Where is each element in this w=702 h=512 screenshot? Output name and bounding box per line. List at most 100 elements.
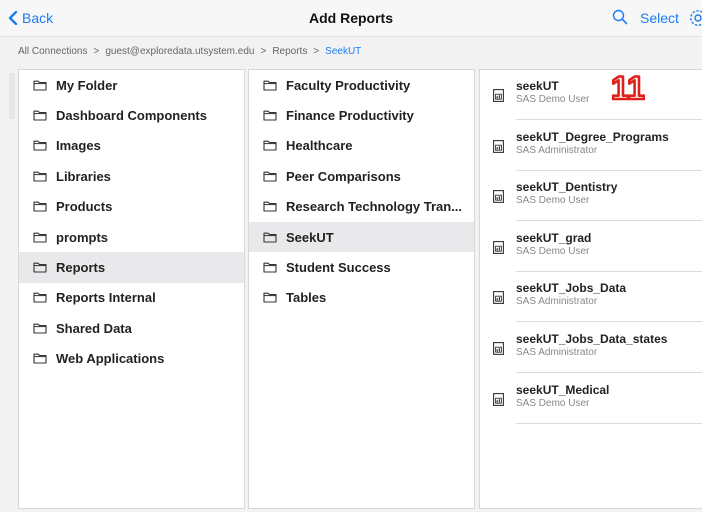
report-text: seekUT_Degree_Programs SAS Administrator: [516, 130, 702, 171]
folder-item[interactable]: Reports: [19, 252, 244, 283]
report-owner: SAS Demo User: [516, 397, 590, 409]
folder-icon: [263, 201, 277, 212]
report-icon: [493, 139, 504, 153]
report-name: seekUT: [516, 79, 559, 93]
folder-label: Reports Internal: [56, 290, 156, 306]
report-name: seekUT_Jobs_Data_states: [516, 331, 668, 346]
report-icon: [493, 240, 504, 254]
folder-column-root: My Folder Dashboard Components Images Libra…: [18, 69, 245, 509]
folder-icon: [33, 201, 47, 212]
folder-label: Reports: [56, 260, 106, 276]
report-owner: SAS Administrator: [516, 346, 598, 358]
report-item[interactable]: seekUT_Degree_Programs SAS Administrator: [480, 121, 702, 172]
folder-item[interactable]: Peer Comparisons: [249, 161, 474, 191]
folder-item[interactable]: Shared Data: [19, 313, 244, 343]
folder-label: Web Applications: [56, 351, 165, 367]
folder-label: Research Technology Tran...: [286, 199, 463, 215]
folder-icon: [263, 141, 277, 152]
folder-icon: [33, 141, 47, 152]
breadcrumb-current: SeekUT: [325, 45, 362, 57]
breadcrumb-reports[interactable]: Reports: [272, 46, 307, 57]
report-item[interactable]: seekUT_grad SAS Demo User: [480, 222, 702, 273]
breadcrumb-separator-icon: >: [93, 45, 100, 57]
report-item[interactable]: seekUT SAS Demo User: [480, 70, 702, 121]
folder-icon: [33, 353, 47, 364]
report-icon: [493, 89, 504, 102]
report-name: seekUT_Degree_Programs: [516, 129, 669, 144]
report-owner: SAS Demo User: [516, 195, 590, 207]
report-text: seekUT_Medical SAS Demo User: [516, 383, 702, 424]
folder-icon: [33, 171, 47, 182]
folder-icon: [33, 232, 47, 243]
scroll-handle[interactable]: [9, 73, 15, 119]
folder-item[interactable]: Healthcare: [249, 131, 474, 161]
folder-icon: [263, 110, 277, 121]
folder-icon: [33, 293, 47, 303]
report-name: seekUT_grad: [516, 230, 592, 245]
report-text: seekUT_Jobs_Data_states SAS Administrator: [516, 332, 702, 373]
report-item[interactable]: seekUT_Dentistry SAS Demo User: [480, 171, 702, 222]
folder-label: Peer Comparisons: [286, 168, 401, 184]
report-icon: [493, 190, 504, 204]
folder-item[interactable]: Finance Productivity: [249, 100, 474, 130]
report-item[interactable]: seekUT_Jobs_Data_states SAS Administrator: [480, 323, 702, 374]
folder-item[interactable]: Web Applications: [19, 344, 244, 374]
report-icon: [493, 342, 504, 355]
folder-icon: [33, 80, 47, 91]
breadcrumb-connection[interactable]: guest@exploredata.utsystem.edu: [105, 46, 254, 57]
report-item[interactable]: seekUT_Jobs_Data SAS Administrator: [480, 272, 702, 323]
report-name: seekUT_Jobs_Data: [516, 281, 627, 296]
folder-icon: [263, 262, 277, 273]
folder-label: My Folder: [56, 77, 118, 93]
step-number: 11: [611, 70, 645, 104]
report-text: seekUT_Jobs_Data SAS Administrator: [516, 281, 702, 323]
folder-icon: [33, 262, 47, 273]
report-owner: SAS Administrator: [516, 144, 598, 156]
folder-item[interactable]: Products: [19, 192, 244, 222]
folder-label: Faculty Productivity: [286, 77, 411, 93]
folder-item[interactable]: Libraries: [19, 161, 244, 191]
report-item[interactable]: seekUT_Medical SAS Demo User: [480, 374, 702, 425]
folder-item[interactable]: Research Technology Tran...: [249, 192, 474, 222]
report-icon: [493, 392, 504, 406]
folder-icon: [263, 293, 277, 303]
search-icon[interactable]: [612, 9, 628, 25]
select-button[interactable]: Select: [640, 10, 679, 26]
report-list-column: seekUT SAS Demo User seekUT_Degree_Program…: [479, 69, 702, 509]
folder-item[interactable]: Student Success: [249, 252, 474, 282]
report-owner: SAS Demo User: [516, 94, 590, 105]
folder-label: SeekUT: [286, 229, 334, 245]
breadcrumb-all-connections[interactable]: All Connections: [18, 46, 87, 57]
page-title: Add Reports: [309, 10, 393, 26]
folder-label: Healthcare: [286, 138, 353, 154]
folder-icon: [263, 80, 277, 91]
report-owner: SAS Administrator: [516, 296, 598, 308]
folder-label: Images: [56, 138, 101, 154]
folder-item[interactable]: Images: [19, 131, 244, 161]
folder-item[interactable]: Reports Internal: [19, 283, 244, 313]
breadcrumb: All Connections > guest@exploredata.utsy…: [0, 36, 702, 65]
folder-item[interactable]: SeekUT: [249, 221, 474, 253]
folder-icon: [33, 323, 47, 334]
folder-item[interactable]: Dashboard Components: [19, 100, 244, 130]
folder-item[interactable]: Tables: [249, 283, 474, 313]
navigation-bar: Back Add Reports Select: [0, 0, 702, 36]
report-text: seekUT_grad SAS Demo User: [516, 231, 702, 272]
report-name: seekUT_Dentistry: [516, 180, 618, 195]
report-text: seekUT SAS Demo User: [516, 79, 702, 120]
folder-item[interactable]: prompts: [19, 222, 244, 252]
folder-column-reports: Faculty Productivity Finance Productivity…: [248, 69, 475, 509]
folder-icon: [263, 171, 277, 182]
breadcrumb-separator-icon: >: [260, 45, 267, 57]
folder-label: Shared Data: [56, 320, 132, 336]
report-text: seekUT_Dentistry SAS Demo User: [516, 180, 702, 222]
step-number-badge: 11: [611, 70, 645, 104]
folder-label: Libraries: [56, 168, 111, 184]
folder-item[interactable]: Faculty Productivity: [249, 70, 474, 100]
gear-icon[interactable]: [688, 8, 702, 28]
report-name: seekUT_Medical: [516, 382, 610, 397]
folder-label: prompts: [56, 229, 108, 245]
folder-item[interactable]: My Folder: [19, 70, 244, 100]
folder-label: Finance Productivity: [286, 108, 414, 124]
folder-label: Dashboard Components: [56, 108, 207, 124]
